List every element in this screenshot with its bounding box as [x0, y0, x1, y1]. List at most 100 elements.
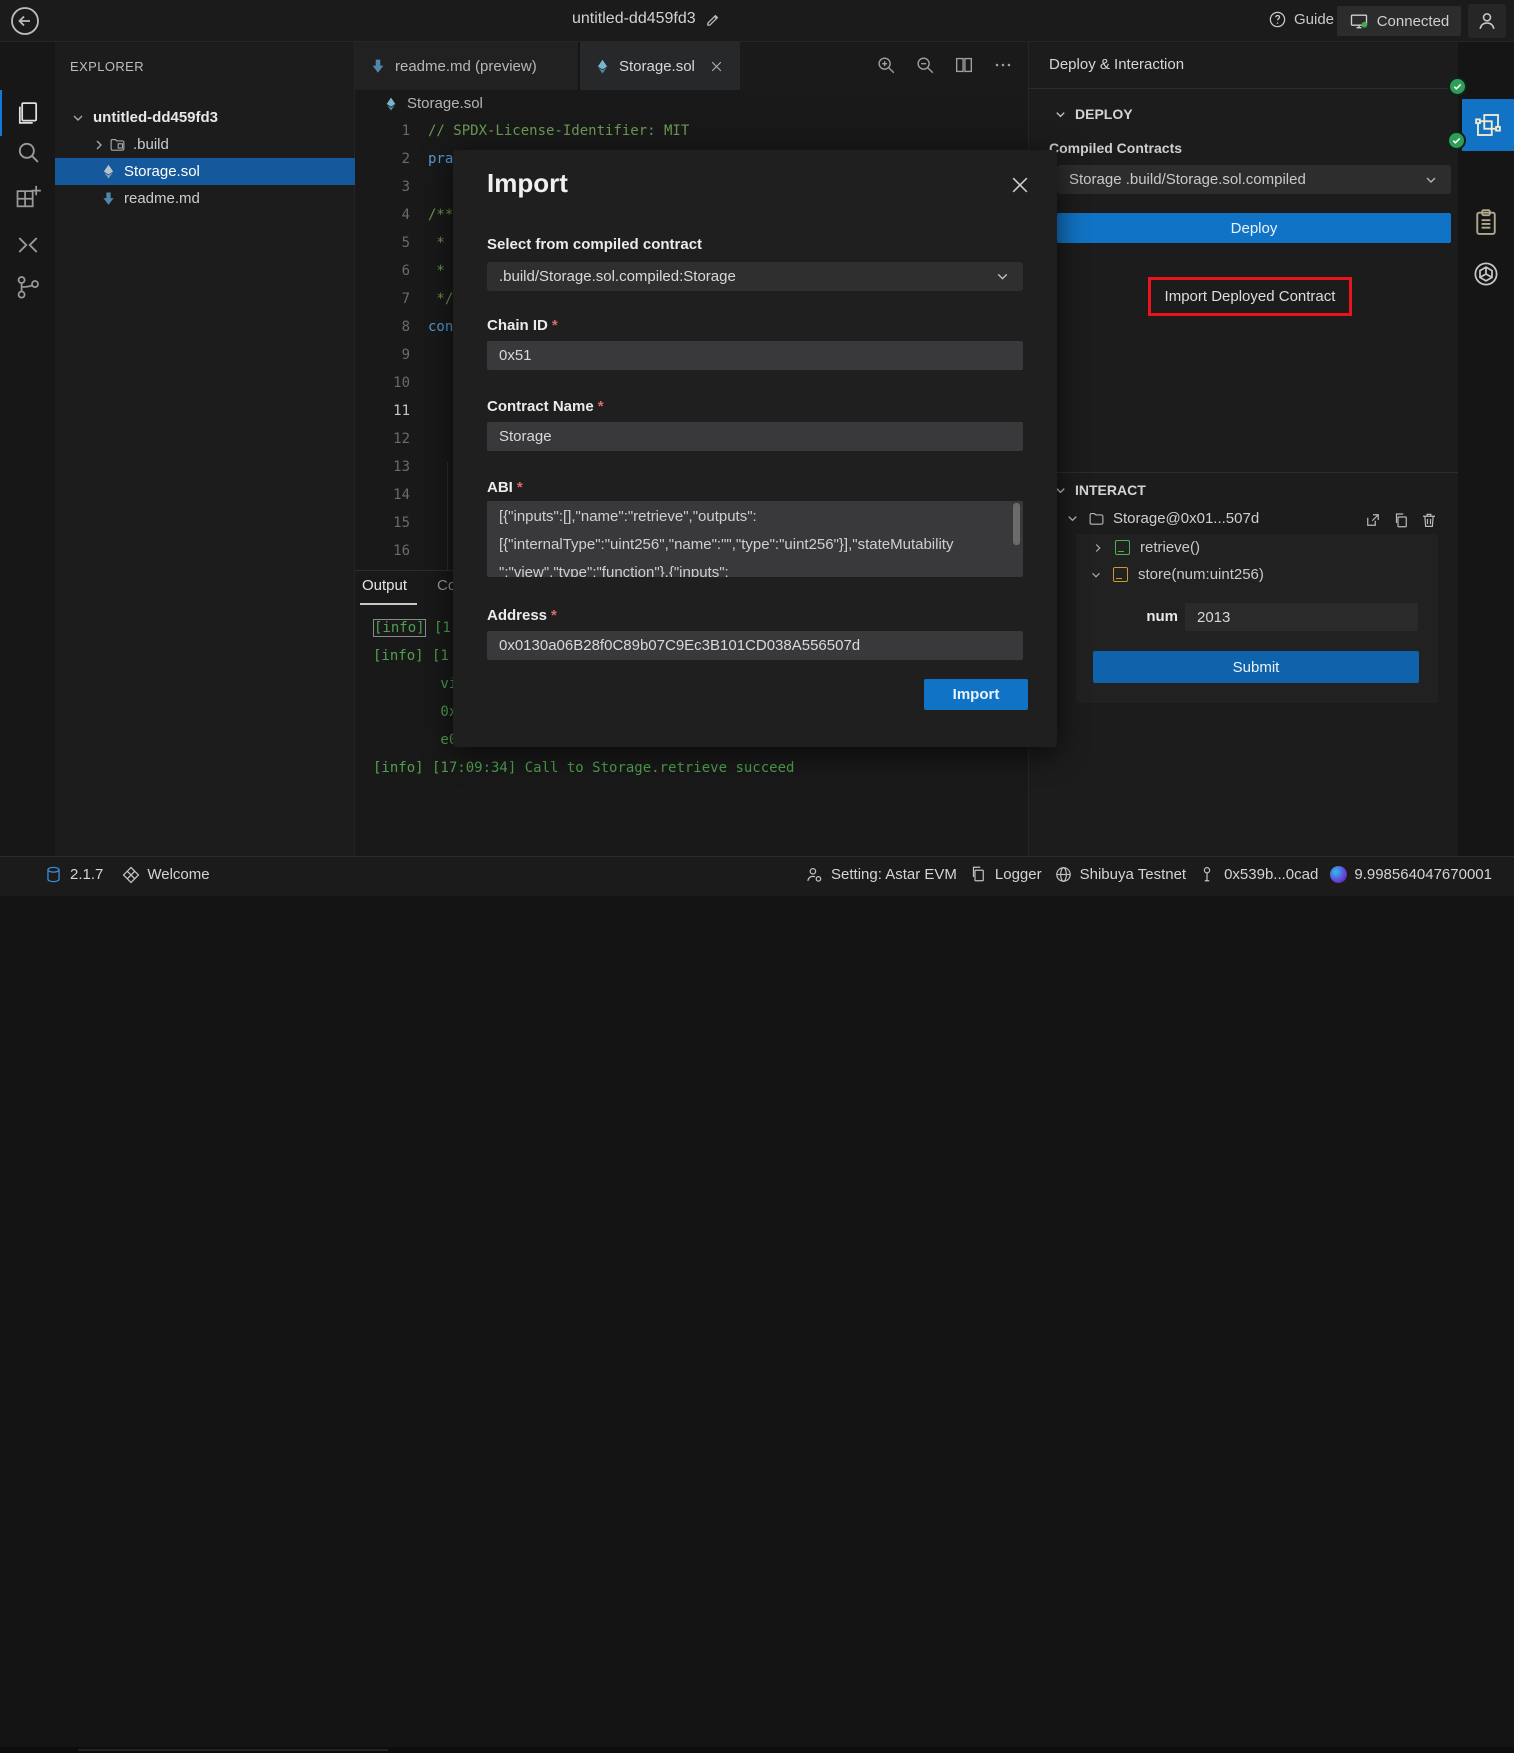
editor-toolbar [875, 54, 1014, 76]
deploy-button[interactable]: Deploy [1057, 213, 1451, 243]
markdown-file-icon [369, 57, 387, 75]
avatar[interactable] [1468, 4, 1506, 38]
abi-scrollbar[interactable] [1013, 503, 1020, 545]
explorer-panel: EXPLORER untitled-dd459fd3 .build Storag… [55, 42, 355, 856]
compiled-check-badge [1448, 77, 1467, 96]
tree-item-readme-md[interactable]: readme.md [55, 185, 355, 212]
abi-text-line: [{"inputs":[],"name":"retrieve","outputs… [499, 503, 1001, 531]
setting-item[interactable]: Setting: Astar EVM [805, 865, 957, 884]
active-tab-underline [360, 603, 417, 605]
open-in-explorer-icon[interactable] [1364, 511, 1382, 529]
help-icon [1268, 10, 1287, 29]
output-tab[interactable]: Output [362, 577, 407, 594]
deploy-interaction-panel: Deploy & Interaction DEPLOY Compiled Con… [1028, 42, 1458, 856]
copy-address-icon[interactable] [1392, 511, 1410, 529]
title-bar: untitled-dd459fd3 Guide Connected [0, 0, 1514, 42]
solidity-file-icon [383, 96, 399, 112]
code-line: 1// SPDX-License-Identifier: MIT [355, 117, 1028, 145]
function-retrieve[interactable]: retrieve() [1091, 539, 1200, 556]
close-modal-icon[interactable] [1009, 174, 1031, 196]
breadcrumb[interactable]: Storage.sol [355, 90, 1028, 117]
zoom-out-icon[interactable] [914, 54, 936, 76]
zoom-in-icon[interactable] [875, 54, 897, 76]
import-deployed-contract-button[interactable]: Import Deployed Contract [1165, 288, 1336, 305]
openai-chat-icon[interactable] [1471, 259, 1501, 289]
import-modal: Import Select from compiled contract .bu… [453, 150, 1057, 747]
bottom-edge-artifact [0, 1747, 1514, 1753]
modal-title: Import [487, 168, 568, 199]
logger-icon [969, 865, 988, 884]
explorer-header: EXPLORER [70, 59, 144, 74]
edit-title-icon[interactable] [705, 11, 722, 28]
abi-label: ABI* [487, 479, 523, 496]
tree-item-build[interactable]: .build [55, 131, 355, 158]
compiled-contract-select[interactable]: Storage .build/Storage.sol.compiled [1057, 165, 1451, 194]
divider [1029, 472, 1459, 473]
deployed-contract-row[interactable]: Storage@0x01...507d [1065, 510, 1259, 527]
version-item[interactable]: 2.1.7 [44, 865, 103, 884]
red-highlight-box: Import Deployed Contract [1148, 277, 1352, 316]
deploy-plugin-tab[interactable] [1462, 99, 1514, 151]
abi-textarea[interactable]: [{"inputs":[],"name":"retrieve","outputs… [487, 501, 1023, 577]
tab-storage-sol[interactable]: Storage.sol [580, 42, 740, 90]
guide-button[interactable]: Guide [1268, 10, 1334, 29]
chain-id-input[interactable] [487, 341, 1023, 370]
deploy-section-header[interactable]: DEPLOY [1053, 106, 1133, 122]
chevron-right-icon [91, 137, 107, 153]
tree-item-storage-sol[interactable]: Storage.sol [55, 158, 355, 185]
delete-contract-icon[interactable] [1420, 511, 1438, 529]
connected-button[interactable]: Connected [1337, 6, 1461, 36]
abi-text-line: [{"internalType":"uint256","name":"","ty… [499, 531, 1001, 559]
plugin-manager-icon[interactable] [14, 183, 42, 211]
wallet-address-item[interactable]: 0x539b...0cad [1198, 865, 1318, 884]
collapse-panels-icon[interactable] [14, 231, 42, 259]
wallet-pin-icon [1198, 865, 1217, 884]
build-folder-icon [109, 136, 126, 153]
network-item[interactable]: Shibuya Testnet [1054, 865, 1186, 884]
write-function-icon [1113, 567, 1128, 582]
solidity-file-icon [594, 58, 611, 75]
status-bar: 2.1.7 Welcome Setting: Astar EVM Logger [0, 856, 1514, 896]
compiled-contracts-label: Compiled Contracts [1049, 140, 1182, 156]
contract-name-label: Contract Name* [487, 398, 604, 415]
source-control-icon[interactable] [14, 273, 42, 301]
solidity-file-icon [100, 163, 117, 180]
logger-item[interactable]: Logger [969, 865, 1042, 884]
chevron-down-icon [1065, 511, 1080, 526]
split-editor-icon[interactable] [953, 54, 975, 76]
interact-section-header[interactable]: INTERACT [1053, 482, 1146, 498]
more-actions-icon[interactable] [992, 54, 1014, 76]
tree-root-folder[interactable]: untitled-dd459fd3 [55, 104, 355, 131]
address-input[interactable] [487, 631, 1023, 660]
deployed-check-badge [1447, 131, 1466, 150]
chevron-down-icon [994, 268, 1011, 285]
chain-id-label: Chain ID* [487, 317, 558, 334]
monitor-connected-icon [1349, 11, 1369, 31]
import-button[interactable]: Import [924, 679, 1028, 710]
address-label: Address* [487, 607, 557, 624]
param-num-input[interactable] [1185, 603, 1418, 631]
panel-title: Deploy & Interaction [1049, 56, 1184, 73]
workspace-title: untitled-dd459fd3 [572, 10, 696, 28]
chevron-down-icon [1423, 172, 1439, 188]
search-icon[interactable] [14, 138, 42, 166]
compiled-contract-dropdown[interactable]: .build/Storage.sol.compiled:Storage [487, 262, 1023, 291]
contract-name-input[interactable] [487, 422, 1023, 451]
select-compiled-label: Select from compiled contract [487, 236, 702, 253]
tab-readme-preview[interactable]: readme.md (preview) [355, 42, 580, 90]
activity-bar [0, 42, 55, 856]
astar-network-icon [1330, 866, 1347, 883]
submit-button[interactable]: Submit [1093, 651, 1419, 683]
active-view-indicator [0, 90, 2, 136]
database-icon [44, 865, 63, 884]
chevron-down-icon [1089, 568, 1103, 582]
plugin-rail [1458, 42, 1514, 856]
back-button[interactable] [9, 5, 41, 37]
function-store[interactable]: store(num:uint256) [1089, 566, 1264, 583]
close-tab-icon[interactable] [709, 59, 724, 74]
explorer-icon[interactable] [14, 99, 42, 127]
audit-report-icon[interactable] [1471, 207, 1501, 237]
markdown-file-icon [100, 190, 117, 207]
balance-item[interactable]: 9.998564047670001 [1330, 866, 1492, 883]
welcome-item[interactable]: Welcome [121, 865, 209, 884]
